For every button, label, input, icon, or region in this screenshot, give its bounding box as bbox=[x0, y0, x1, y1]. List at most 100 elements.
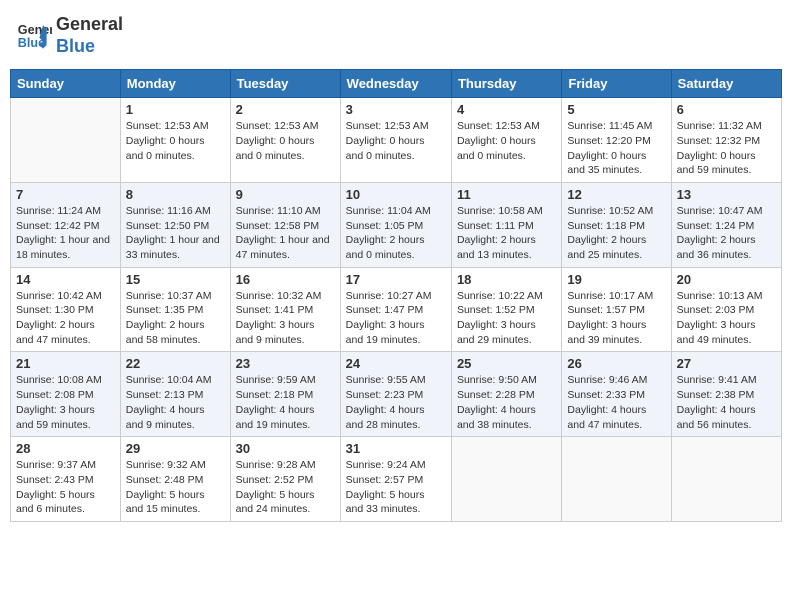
calendar-cell: 8Sunrise: 11:16 AM Sunset: 12:50 PM Dayl… bbox=[120, 182, 230, 267]
day-number: 14 bbox=[16, 272, 115, 287]
day-info: Sunrise: 9:41 AM Sunset: 2:38 PM Dayligh… bbox=[677, 373, 776, 432]
calendar-cell: 10 Sunrise: 11:04 AM Sunset: 1:05 PM Dayl… bbox=[340, 182, 451, 267]
day-number: 24 bbox=[346, 356, 446, 371]
day-info: Sunrise: 9:24 AM Sunset: 2:57 PM Dayligh… bbox=[346, 458, 446, 517]
day-info: Sunrise: 10:13 AM Sunset: 2:03 PM Daylig… bbox=[677, 289, 776, 348]
day-number: 8 bbox=[126, 187, 225, 202]
day-info: Sunrise: 9:28 AM Sunset: 2:52 PM Dayligh… bbox=[236, 458, 335, 517]
day-number: 26 bbox=[567, 356, 665, 371]
day-number: 1 bbox=[126, 102, 225, 117]
day-info: Sunrise: 11:45 AM Sunset: 12:20 PM Dayli… bbox=[567, 119, 665, 178]
day-info: Sunrise: 9:59 AM Sunset: 2:18 PM Dayligh… bbox=[236, 373, 335, 432]
day-number: 6 bbox=[677, 102, 776, 117]
weekday-header-monday: Monday bbox=[120, 70, 230, 98]
day-info: Sunrise: 10:32 AM Sunset: 1:41 PM Daylig… bbox=[236, 289, 335, 348]
day-number: 30 bbox=[236, 441, 335, 456]
calendar-cell: 31 Sunrise: 9:24 AM Sunset: 2:57 PM Dayli… bbox=[340, 437, 451, 522]
calendar-cell: 29 Sunrise: 9:32 AM Sunset: 2:48 PM Dayli… bbox=[120, 437, 230, 522]
calendar-cell: 30 Sunrise: 9:28 AM Sunset: 2:52 PM Dayli… bbox=[230, 437, 340, 522]
calendar-table: SundayMondayTuesdayWednesdayThursdayFrid… bbox=[10, 69, 782, 522]
calendar-cell: 27 Sunrise: 9:41 AM Sunset: 2:38 PM Dayli… bbox=[671, 352, 781, 437]
day-info: Sunrise: 10:42 AM Sunset: 1:30 PM Daylig… bbox=[16, 289, 115, 348]
calendar-cell bbox=[11, 98, 121, 183]
day-number: 31 bbox=[346, 441, 446, 456]
day-number: 9 bbox=[236, 187, 335, 202]
day-number: 13 bbox=[677, 187, 776, 202]
week-row-3: 14 Sunrise: 10:42 AM Sunset: 1:30 PM Dayl… bbox=[11, 267, 782, 352]
day-number: 4 bbox=[457, 102, 556, 117]
calendar-cell: 18 Sunrise: 10:22 AM Sunset: 1:52 PM Dayl… bbox=[451, 267, 561, 352]
day-info: Sunrise: 11:24 AM Sunset: 12:42 PM Dayli… bbox=[16, 204, 115, 263]
calendar-cell: 13 Sunrise: 10:47 AM Sunset: 1:24 PM Dayl… bbox=[671, 182, 781, 267]
day-info: Sunrise: 9:37 AM Sunset: 2:43 PM Dayligh… bbox=[16, 458, 115, 517]
day-info: Sunrise: 10:04 AM Sunset: 2:13 PM Daylig… bbox=[126, 373, 225, 432]
weekday-header-tuesday: Tuesday bbox=[230, 70, 340, 98]
day-number: 28 bbox=[16, 441, 115, 456]
calendar-cell: 24 Sunrise: 9:55 AM Sunset: 2:23 PM Dayli… bbox=[340, 352, 451, 437]
day-number: 27 bbox=[677, 356, 776, 371]
calendar-cell: 6Sunrise: 11:32 AM Sunset: 12:32 PM Dayl… bbox=[671, 98, 781, 183]
day-info: Sunrise: 10:52 AM Sunset: 1:18 PM Daylig… bbox=[567, 204, 665, 263]
calendar-cell: 15Sunrise: 10:37 AM Sunset: 1:35 PM Dayl… bbox=[120, 267, 230, 352]
day-info: Sunset: 12:53 AM Daylight: 0 hours and 0… bbox=[126, 119, 225, 163]
logo-icon: General Blue bbox=[16, 18, 52, 54]
calendar-cell: 14 Sunrise: 10:42 AM Sunset: 1:30 PM Dayl… bbox=[11, 267, 121, 352]
day-info: Sunrise: 10:22 AM Sunset: 1:52 PM Daylig… bbox=[457, 289, 556, 348]
page-header: General Blue General Blue bbox=[10, 10, 782, 61]
calendar-cell: 1 Sunset: 12:53 AM Daylight: 0 hours and … bbox=[120, 98, 230, 183]
day-number: 18 bbox=[457, 272, 556, 287]
logo-blue: Blue bbox=[56, 36, 123, 58]
calendar-cell: 5 Sunrise: 11:45 AM Sunset: 12:20 PM Dayl… bbox=[562, 98, 671, 183]
week-row-5: 28 Sunrise: 9:37 AM Sunset: 2:43 PM Dayli… bbox=[11, 437, 782, 522]
day-info: Sunrise: 11:10 AM Sunset: 12:58 PM Dayli… bbox=[236, 204, 335, 263]
calendar-cell bbox=[562, 437, 671, 522]
calendar-cell: 11 Sunrise: 10:58 AM Sunset: 1:11 PM Dayl… bbox=[451, 182, 561, 267]
week-row-2: 7Sunrise: 11:24 AM Sunset: 12:42 PM Dayl… bbox=[11, 182, 782, 267]
calendar-cell bbox=[671, 437, 781, 522]
day-info: Sunrise: 10:47 AM Sunset: 1:24 PM Daylig… bbox=[677, 204, 776, 263]
day-info: Sunrise: 10:17 AM Sunset: 1:57 PM Daylig… bbox=[567, 289, 665, 348]
calendar-cell: 12 Sunrise: 10:52 AM Sunset: 1:18 PM Dayl… bbox=[562, 182, 671, 267]
calendar-cell: 4 Sunset: 12:53 AM Daylight: 0 hours and … bbox=[451, 98, 561, 183]
day-number: 12 bbox=[567, 187, 665, 202]
week-row-4: 21 Sunrise: 10:08 AM Sunset: 2:08 PM Dayl… bbox=[11, 352, 782, 437]
day-number: 25 bbox=[457, 356, 556, 371]
week-row-1: 1 Sunset: 12:53 AM Daylight: 0 hours and … bbox=[11, 98, 782, 183]
calendar-cell: 19 Sunrise: 10:17 AM Sunset: 1:57 PM Dayl… bbox=[562, 267, 671, 352]
calendar-cell: 17Sunrise: 10:27 AM Sunset: 1:47 PM Dayl… bbox=[340, 267, 451, 352]
day-number: 2 bbox=[236, 102, 335, 117]
day-number: 22 bbox=[126, 356, 225, 371]
day-number: 11 bbox=[457, 187, 556, 202]
calendar-cell: 7Sunrise: 11:24 AM Sunset: 12:42 PM Dayl… bbox=[11, 182, 121, 267]
logo: General Blue General Blue bbox=[16, 14, 123, 57]
weekday-header-row: SundayMondayTuesdayWednesdayThursdayFrid… bbox=[11, 70, 782, 98]
day-number: 5 bbox=[567, 102, 665, 117]
weekday-header-friday: Friday bbox=[562, 70, 671, 98]
weekday-header-saturday: Saturday bbox=[671, 70, 781, 98]
day-info: Sunrise: 10:08 AM Sunset: 2:08 PM Daylig… bbox=[16, 373, 115, 432]
day-number: 16 bbox=[236, 272, 335, 287]
weekday-header-wednesday: Wednesday bbox=[340, 70, 451, 98]
calendar-cell: 9 Sunrise: 11:10 AM Sunset: 12:58 PM Dayl… bbox=[230, 182, 340, 267]
weekday-header-sunday: Sunday bbox=[11, 70, 121, 98]
calendar-cell: 23 Sunrise: 9:59 AM Sunset: 2:18 PM Dayli… bbox=[230, 352, 340, 437]
day-number: 10 bbox=[346, 187, 446, 202]
day-number: 19 bbox=[567, 272, 665, 287]
calendar-cell: 3Sunset: 12:53 AM Daylight: 0 hours and … bbox=[340, 98, 451, 183]
calendar-cell: 22 Sunrise: 10:04 AM Sunset: 2:13 PM Dayl… bbox=[120, 352, 230, 437]
day-info: Sunrise: 9:32 AM Sunset: 2:48 PM Dayligh… bbox=[126, 458, 225, 517]
day-number: 23 bbox=[236, 356, 335, 371]
day-number: 3 bbox=[346, 102, 446, 117]
day-number: 20 bbox=[677, 272, 776, 287]
day-info: Sunrise: 11:04 AM Sunset: 1:05 PM Daylig… bbox=[346, 204, 446, 263]
day-info: Sunrise: 10:58 AM Sunset: 1:11 PM Daylig… bbox=[457, 204, 556, 263]
calendar-cell: 20 Sunrise: 10:13 AM Sunset: 2:03 PM Dayl… bbox=[671, 267, 781, 352]
day-info: Sunset: 12:53 AM Daylight: 0 hours and 0… bbox=[236, 119, 335, 163]
day-number: 29 bbox=[126, 441, 225, 456]
day-info: Sunset: 12:53 AM Daylight: 0 hours and 0… bbox=[457, 119, 556, 163]
day-info: Sunrise: 9:46 AM Sunset: 2:33 PM Dayligh… bbox=[567, 373, 665, 432]
day-info: Sunrise: 9:55 AM Sunset: 2:23 PM Dayligh… bbox=[346, 373, 446, 432]
day-number: 21 bbox=[16, 356, 115, 371]
calendar-cell: 2 Sunset: 12:53 AM Daylight: 0 hours and … bbox=[230, 98, 340, 183]
calendar-cell: 26 Sunrise: 9:46 AM Sunset: 2:33 PM Dayli… bbox=[562, 352, 671, 437]
